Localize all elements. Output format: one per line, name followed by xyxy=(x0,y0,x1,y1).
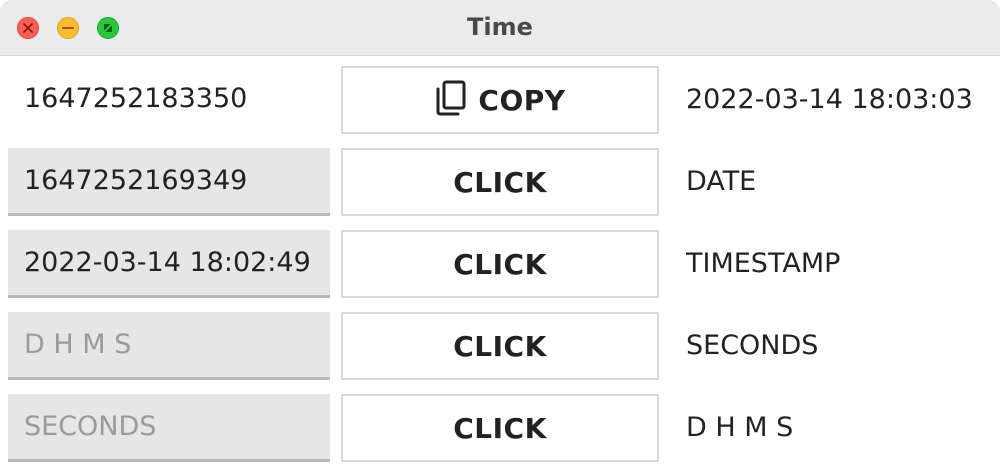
seconds-input[interactable] xyxy=(24,395,324,458)
dhms-result-label: D H M S xyxy=(686,412,794,443)
copy-icon xyxy=(436,80,466,116)
row-copy: 1647252183350 COPY 2022-03-14 18:03:03 xyxy=(0,66,1000,136)
timestamp-input-field[interactable] xyxy=(8,148,330,216)
row-timestamp-to-date: CLICK DATE xyxy=(0,148,1000,218)
convert-to-dhms-button-label: CLICK xyxy=(453,412,547,445)
row-date-to-timestamp: CLICK TIMESTAMP xyxy=(0,230,1000,300)
dhms-input[interactable] xyxy=(24,313,324,376)
convert-to-date-button[interactable]: CLICK xyxy=(341,148,659,216)
seconds-input-field[interactable] xyxy=(8,394,330,462)
row-seconds-to-dhms: CLICK D H M S xyxy=(0,394,1000,464)
main-content: 1647252183350 COPY 2022-03-14 18:03:03 C… xyxy=(0,57,1000,474)
timestamp-input[interactable] xyxy=(24,149,324,212)
convert-to-timestamp-button-label: CLICK xyxy=(453,248,547,281)
current-datetime-value: 2022-03-14 18:03:03 xyxy=(686,84,973,115)
timestamp-result-label: TIMESTAMP xyxy=(686,248,841,279)
title-bar: Time xyxy=(0,0,1000,56)
date-input-field[interactable] xyxy=(8,230,330,298)
convert-to-dhms-button[interactable]: CLICK xyxy=(341,394,659,462)
convert-to-timestamp-button[interactable]: CLICK xyxy=(341,230,659,298)
copy-button[interactable]: COPY xyxy=(341,66,659,134)
app-window: Time 1647252183350 COPY 2022-03-14 18:03… xyxy=(0,0,1000,474)
window-title: Time xyxy=(467,13,533,41)
dhms-input-field[interactable] xyxy=(8,312,330,380)
copy-button-label: COPY xyxy=(478,84,566,117)
seconds-result-label: SECONDS xyxy=(686,330,819,361)
convert-to-seconds-button-label: CLICK xyxy=(453,330,547,363)
convert-to-date-button-label: CLICK xyxy=(453,166,547,199)
current-timestamp-value: 1647252183350 xyxy=(24,83,248,114)
date-result-label: DATE xyxy=(686,166,757,197)
date-input[interactable] xyxy=(24,231,324,294)
row-dhms-to-seconds: CLICK SECONDS xyxy=(0,312,1000,382)
convert-to-seconds-button[interactable]: CLICK xyxy=(341,312,659,380)
